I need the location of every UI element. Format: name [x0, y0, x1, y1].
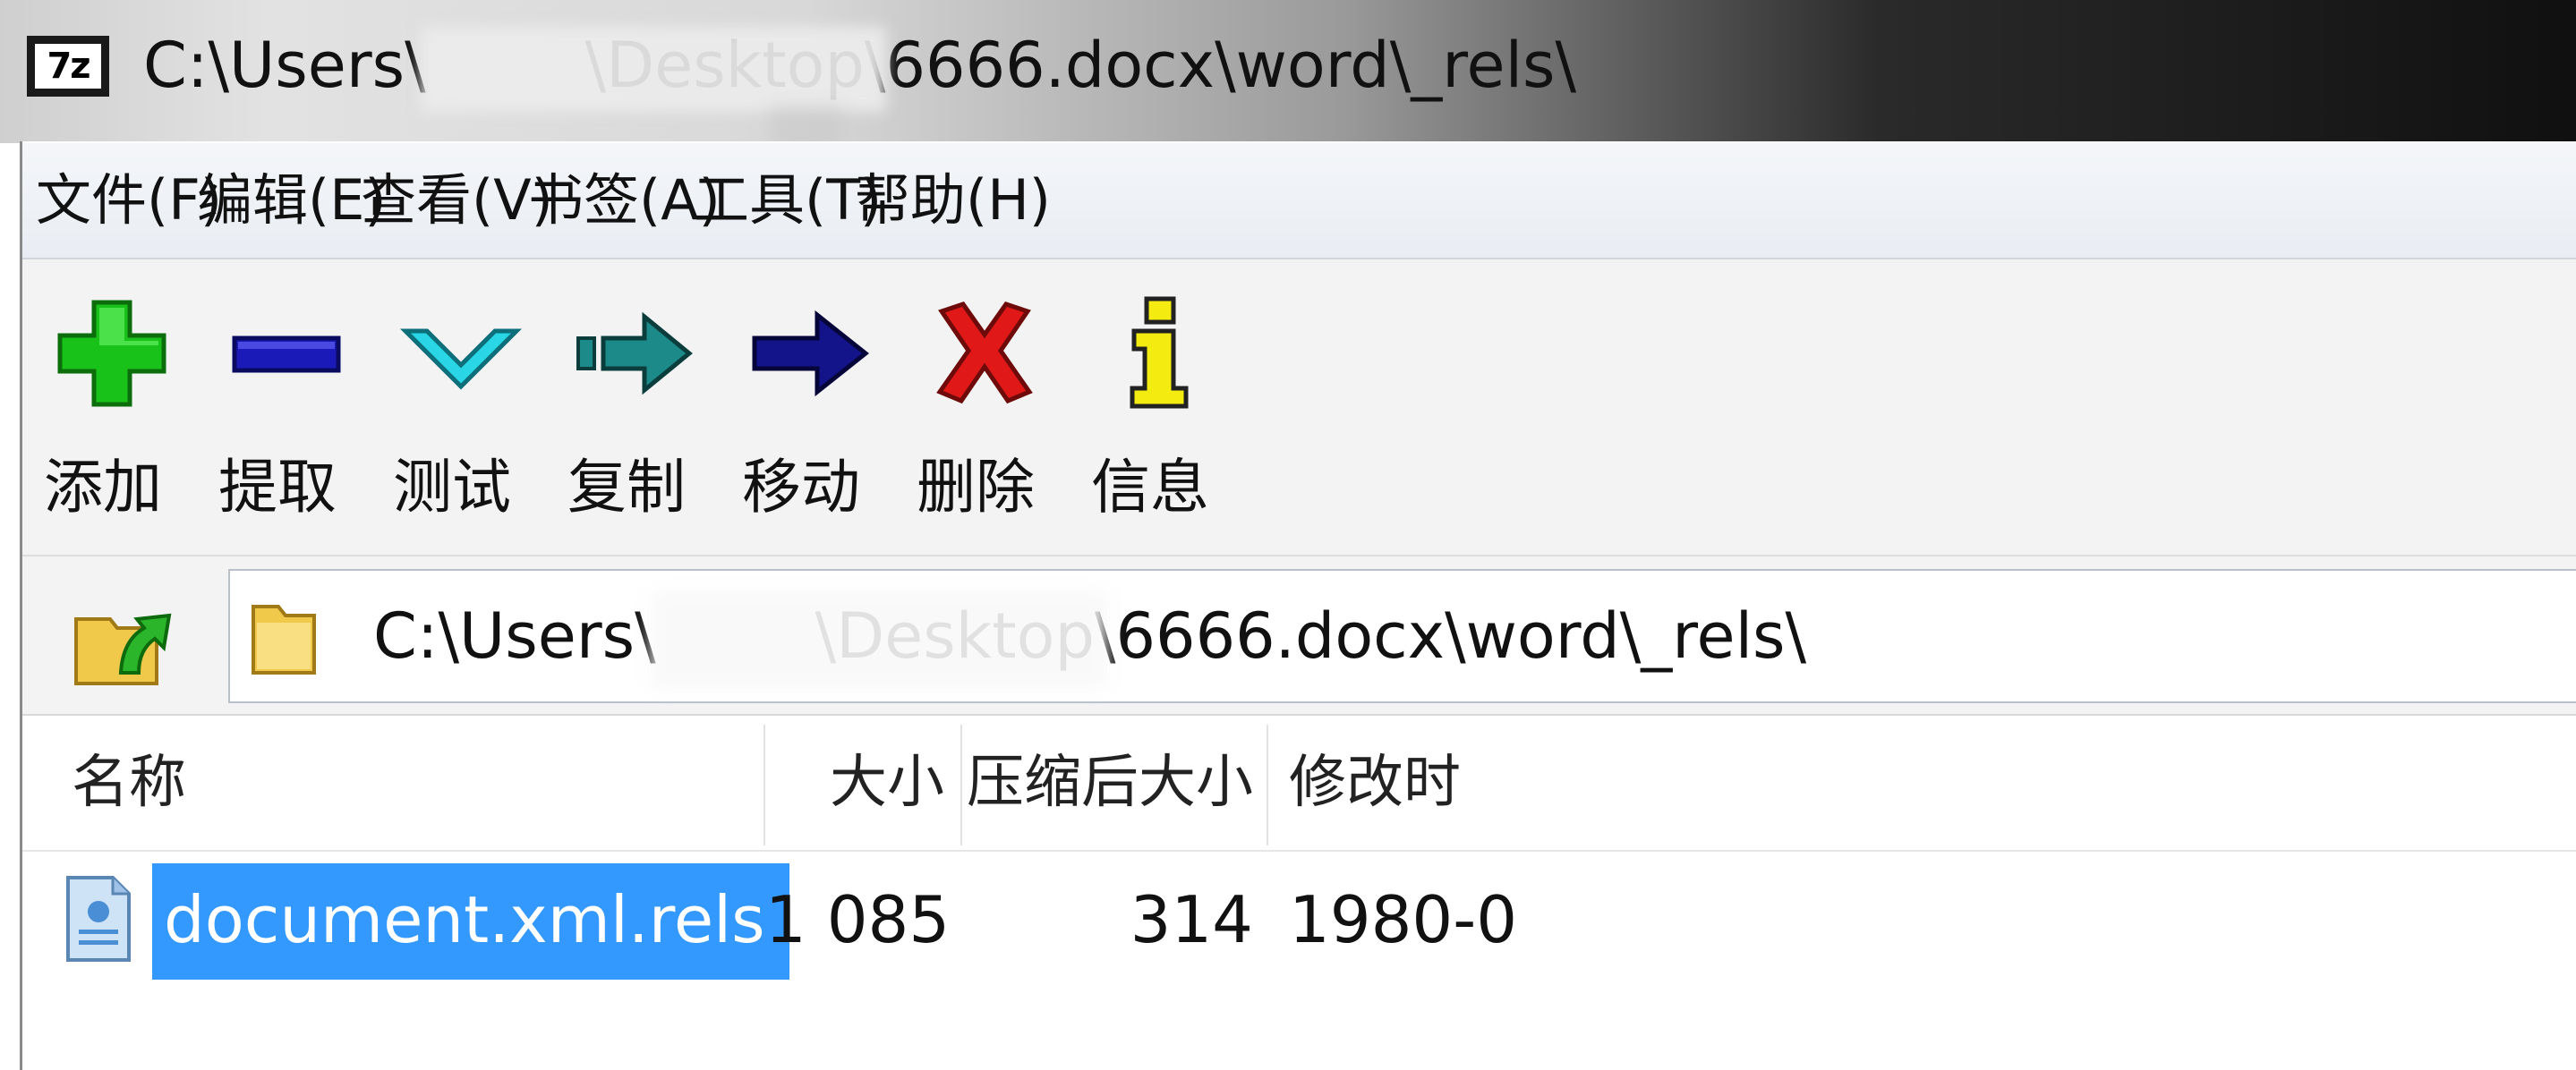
menu-edit[interactable]: 编辑(E) — [197, 168, 387, 233]
plus-icon — [57, 300, 166, 407]
menu-bookmarks[interactable]: 书签(A) — [528, 168, 721, 233]
folder-up-icon — [74, 613, 172, 685]
xml-file-icon — [66, 876, 131, 962]
address-row: C:\Users\ \Desktop\6666.docx\word\_rels\ — [22, 556, 2576, 716]
copy-button[interactable]: 复制 — [546, 295, 707, 537]
column-packed-size[interactable]: 压缩后大小 — [962, 716, 1253, 850]
info-icon — [1130, 296, 1189, 409]
up-folder-button[interactable] — [58, 583, 192, 700]
move-button[interactable]: 移动 — [721, 295, 882, 537]
test-label: 测试 — [393, 453, 511, 522]
check-chevron-icon — [399, 328, 523, 390]
title-bar: 7z C:\Users\ \Desktop\6666.docx\word\_re… — [0, 0, 2576, 152]
move-label: 移动 — [742, 453, 860, 522]
info-label: 信息 — [1091, 453, 1209, 522]
list-item[interactable]: document.xml.rels 1 085 314 1980-0 — [22, 854, 2576, 989]
extract-label: 提取 — [218, 453, 337, 522]
file-modified: 1980-0 — [1289, 882, 1518, 957]
add-button[interactable]: 添加 — [22, 295, 183, 537]
address-bar[interactable]: C:\Users\ \Desktop\6666.docx\word\_rels\ — [228, 569, 2576, 703]
folder-icon — [252, 605, 316, 675]
menu-tools[interactable]: 工具(T) — [694, 168, 882, 233]
column-separator — [1267, 725, 1268, 845]
delete-button[interactable]: 删除 — [895, 295, 1056, 537]
minus-icon — [232, 335, 341, 373]
column-name[interactable]: 名称 — [72, 716, 186, 850]
info-button[interactable]: 信息 — [1070, 295, 1231, 537]
menu-file[interactable]: 文件(F) — [36, 168, 222, 233]
test-button[interactable]: 测试 — [371, 295, 533, 537]
copy-arrow-icon — [576, 311, 693, 395]
menu-bar: 文件(F) 编辑(E) 查看(V) 书签(A) 工具(T) 帮助(H) — [22, 143, 2576, 259]
list-header: 名称 大小 压缩后大小 修改时 — [22, 716, 2576, 852]
toolbar: 添加 提取 测试 复制 移动 删除 信息 — [22, 259, 2576, 556]
column-size[interactable]: 大小 — [765, 716, 944, 850]
menu-view[interactable]: 查看(V) — [361, 168, 553, 233]
redacted-username-blur — [651, 590, 1107, 689]
7zip-app-icon[interactable]: 7z — [27, 36, 109, 97]
redacted-username-blur — [421, 27, 886, 112]
column-modified[interactable]: 修改时 — [1289, 716, 1461, 850]
move-arrow-icon — [752, 310, 870, 397]
copy-label: 复制 — [567, 453, 686, 522]
file-name[interactable]: document.xml.rels — [164, 870, 765, 969]
extract-button[interactable]: 提取 — [197, 295, 358, 537]
delete-label: 删除 — [917, 453, 1035, 522]
file-size: 1 085 — [765, 882, 951, 957]
delete-x-icon — [936, 301, 1033, 404]
add-label: 添加 — [44, 453, 162, 522]
menu-help[interactable]: 帮助(H) — [855, 168, 1051, 233]
file-packed-size: 314 — [1130, 882, 1253, 957]
